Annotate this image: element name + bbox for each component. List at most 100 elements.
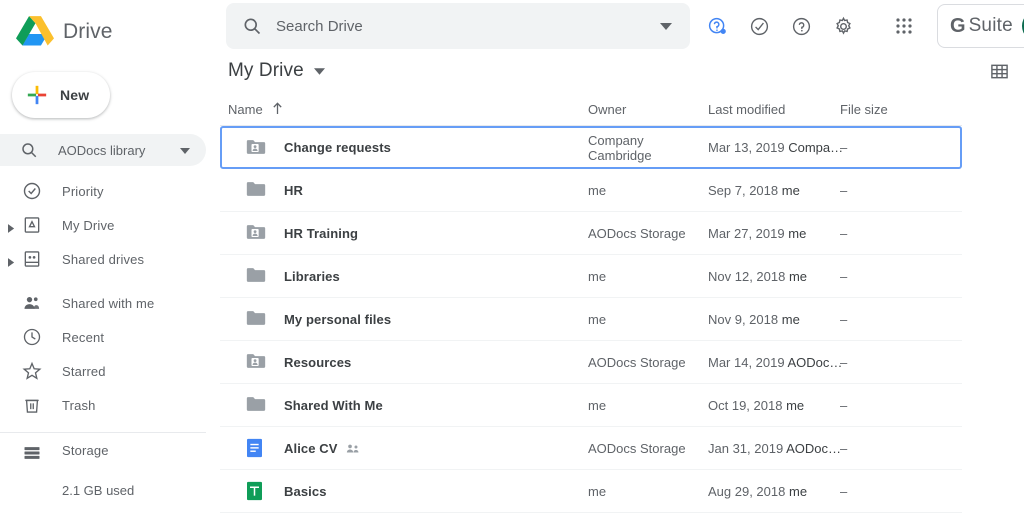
- file-name-cell: HR: [228, 180, 588, 200]
- column-header-owner[interactable]: Owner: [588, 102, 708, 117]
- gsuite-account-badge[interactable]: G Suite A: [937, 4, 1024, 48]
- storage-icon: [22, 443, 42, 463]
- owner-cell: me: [588, 483, 607, 499]
- file-size-cell: –: [840, 225, 848, 241]
- top-header: G Suite A: [220, 0, 1024, 49]
- table-row[interactable]: Basics me Aug 29, 2018 me –: [220, 470, 962, 513]
- modified-by: me: [781, 311, 800, 327]
- file-name-cell: My personal files: [228, 309, 588, 329]
- table-row[interactable]: Shared With Me me Oct 19, 2018 me –: [220, 384, 962, 427]
- plus-icon: [26, 84, 48, 106]
- file-size-cell: –: [840, 268, 848, 284]
- file-size-cell: –: [840, 140, 848, 155]
- file-name-label: My personal files: [284, 311, 392, 327]
- sidebar-item-label: Trash: [62, 397, 96, 413]
- page-title[interactable]: My Drive: [228, 60, 304, 82]
- brand-name: Drive: [63, 20, 113, 43]
- search-options-icon[interactable]: [660, 17, 672, 35]
- expand-arrow-icon[interactable]: [8, 254, 18, 267]
- sidebar-item-priority[interactable]: Priority: [0, 174, 220, 208]
- file-table: Name Owner Last modified File size Chang…: [220, 94, 962, 513]
- file-name-label: Resources: [284, 354, 352, 370]
- shared-people-icon: [346, 441, 360, 455]
- sidebar-item-shared-with-me[interactable]: Shared with me: [0, 286, 220, 320]
- sidebar-divider: [0, 432, 206, 433]
- file-name-cell: Basics: [228, 481, 588, 501]
- new-button[interactable]: New: [12, 72, 110, 118]
- file-size-cell: –: [840, 182, 848, 198]
- column-header-size[interactable]: File size: [840, 102, 930, 117]
- sidebar-item-trash[interactable]: Trash: [0, 388, 220, 422]
- column-header-modified[interactable]: Last modified: [708, 102, 840, 117]
- people-icon: [22, 293, 42, 313]
- table-row[interactable]: Alice CV AODocs Storage Jan 31, 2019 AODoc…: [220, 427, 962, 470]
- table-row[interactable]: My personal files me Nov 9, 2018 me –: [220, 298, 962, 341]
- sidebar-item-recent[interactable]: Recent: [0, 320, 220, 354]
- last-modified-cell: Nov 9, 2018 me: [708, 312, 840, 327]
- modified-date: Jan 31, 2019: [708, 440, 784, 456]
- search-input[interactable]: [276, 17, 660, 35]
- sidebar-item-label: Recent: [62, 329, 105, 345]
- table-row[interactable]: Change requests Company Cambridge Mar 13, …: [220, 126, 962, 169]
- table-row[interactable]: HR me Sep 7, 2018 me –: [220, 169, 962, 212]
- google-docs-icon: [246, 438, 266, 458]
- sidebar-item-label: Shared with me: [62, 295, 155, 311]
- arrow-up-icon: [272, 101, 283, 118]
- storage-used-text: 2.1 GB used: [62, 483, 135, 498]
- file-name-cell: Libraries: [228, 266, 588, 286]
- sidebar-item-shared-drives[interactable]: Shared drives: [0, 242, 220, 276]
- grid-view-icon[interactable]: [982, 53, 1018, 89]
- file-name-cell: Shared With Me: [228, 395, 588, 415]
- shared-folder-icon: [246, 223, 266, 243]
- shared-drives-icon: [22, 249, 42, 269]
- support-question-icon[interactable]: [699, 8, 735, 44]
- apps-grid-icon[interactable]: [886, 8, 922, 44]
- expand-arrow-icon[interactable]: [8, 220, 18, 233]
- main-area: G Suite A My Drive: [220, 0, 1024, 528]
- header-icon-group: G Suite A: [696, 4, 1024, 48]
- gsuite-g-letter: G: [950, 14, 966, 37]
- modified-date: Oct 19, 2018: [708, 397, 783, 413]
- last-modified-cell: Jan 31, 2019 AODoc…: [708, 440, 841, 456]
- modified-by: me: [788, 225, 807, 241]
- drive-app: Drive New AODocs library Priority My Dri…: [0, 0, 1024, 528]
- file-size-cell: –: [840, 440, 848, 456]
- new-button-label: New: [60, 87, 90, 103]
- sidebar-item-label: Shared drives: [62, 251, 145, 267]
- modified-by: me: [781, 182, 800, 198]
- last-modified-cell: Mar 13, 2019 Compa…: [708, 140, 844, 155]
- library-selector[interactable]: AODocs library: [0, 134, 206, 166]
- file-size-cell: –: [840, 311, 848, 327]
- owner-cell: AODocs Storage: [588, 440, 686, 456]
- shared-folder-icon: [246, 352, 266, 372]
- modified-date: Aug 29, 2018: [708, 483, 786, 499]
- search-bar[interactable]: [226, 3, 690, 49]
- table-row[interactable]: Resources AODocs Storage Mar 14, 2019 AODo…: [220, 341, 962, 384]
- task-check-icon[interactable]: [741, 8, 777, 44]
- last-modified-cell: Nov 12, 2018 me: [708, 269, 840, 284]
- file-name-label: Basics: [284, 483, 327, 499]
- sidebar-item-label: Priority: [62, 183, 104, 199]
- shared-folder-icon: [246, 138, 266, 158]
- trash-icon: [22, 395, 42, 415]
- sidebar-item-storage[interactable]: Storage: [0, 443, 220, 477]
- modified-date: Nov 12, 2018: [708, 268, 786, 284]
- sidebar-item-my-drive[interactable]: My Drive: [0, 208, 220, 242]
- table-row[interactable]: HR Training AODocs Storage Mar 27, 2019 me…: [220, 212, 962, 255]
- gear-icon[interactable]: [825, 8, 861, 44]
- star-icon: [22, 361, 42, 381]
- column-header-name[interactable]: Name: [228, 101, 588, 118]
- file-name-label: HR Training: [284, 225, 359, 241]
- table-row[interactable]: Libraries me Nov 12, 2018 me –: [220, 255, 962, 298]
- folder-icon: [246, 309, 266, 329]
- help-circle-icon[interactable]: [783, 8, 819, 44]
- sidebar-item-starred[interactable]: Starred: [0, 354, 220, 388]
- modified-by: AODoc…: [787, 354, 843, 370]
- priority-check-icon: [22, 181, 42, 201]
- modified-date: Mar 27, 2019: [708, 225, 785, 241]
- modified-by: Compa…: [788, 140, 844, 155]
- chevron-down-icon[interactable]: [313, 62, 325, 80]
- file-name-cell: Resources: [228, 352, 588, 372]
- file-name-cell: Alice CV: [228, 438, 588, 458]
- gsuite-suite-word: Suite: [968, 15, 1013, 36]
